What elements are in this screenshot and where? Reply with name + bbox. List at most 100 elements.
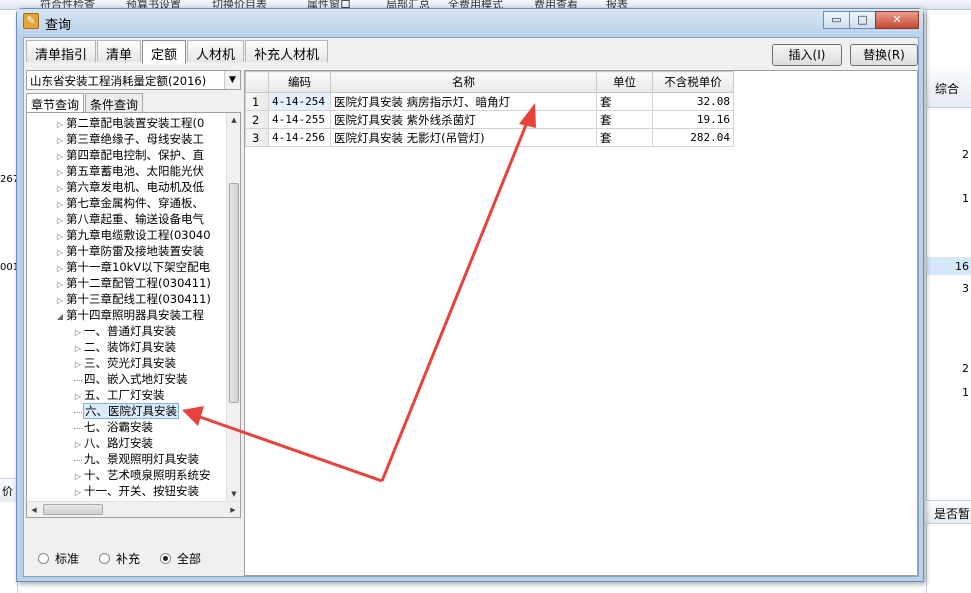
bg-cell-value: 2 — [962, 362, 969, 375]
table-row[interactable]: 2 4-14-255 医院灯具安装 紫外线杀菌灯 套 19.16 — [245, 110, 734, 129]
tree-item-label: 第五章蓄电池、太阳能光伏 — [66, 164, 204, 178]
tree-item[interactable]: ▷ 第四章配电控制、保护、直 — [55, 147, 205, 163]
tree-item-label: 六、医院灯具安装 — [83, 403, 179, 419]
search-mode-tabs: 章节查询 条件查询 — [26, 93, 144, 113]
table-row[interactable]: 1 4-14-254 医院灯具安装 病房指示灯、暗角灯 套 32.08 — [245, 92, 734, 111]
table-row[interactable]: 3 4-14-256 医院灯具安装 无影灯(吊管灯) 套 282.04 — [245, 128, 734, 147]
cell-price[interactable]: 19.16 — [652, 110, 734, 129]
tree-item[interactable]: ▷ 八、路灯安装 — [73, 435, 154, 451]
tree-item-label: 第十二章配管工程(030411) — [66, 276, 211, 290]
radio-standard[interactable]: 标准 — [38, 550, 79, 567]
tree-item-label: 九、景观照明灯具安装 — [84, 452, 199, 466]
column-header-price[interactable]: 不含税单价 — [652, 71, 734, 93]
tree-item[interactable]: ◢ 第十四章照明器具安装工程 — [55, 307, 205, 323]
close-button[interactable]: ✕ — [875, 11, 919, 29]
row-number: 2 — [245, 110, 269, 129]
bg-cell-value: 1 — [962, 192, 969, 205]
tree-item[interactable]: 七、浴霸安装 — [73, 419, 154, 435]
row-number: 3 — [245, 128, 269, 147]
insert-button[interactable]: 插入(I) — [772, 44, 842, 66]
expand-toggle-icon[interactable]: ◢ — [55, 309, 65, 325]
scroll-thumb[interactable] — [43, 504, 103, 515]
tab-condition-search[interactable]: 条件查询 — [85, 93, 144, 112]
bg-column-header: 综合 — [927, 68, 971, 108]
dialog-title: 查询 — [45, 18, 72, 33]
scroll-left-icon[interactable]: ◀ — [27, 502, 41, 517]
tree-item[interactable]: ▷ 第八章起重、输送设备电气 — [55, 211, 205, 227]
cell-code[interactable]: 4-14-256 — [268, 128, 331, 147]
tree-item[interactable]: ▷ 第三章绝缘子、母线安装工 — [55, 131, 205, 147]
query-dialog: ✎ 查询 ▭ □ ✕ 清单指引 清单 定额 人材机 补充人材机 插入(I) 替换… — [16, 8, 924, 582]
minimize-button[interactable]: ▭ — [823, 11, 850, 29]
tree-item[interactable]: ▷ 第六章发电机、电动机及低 — [55, 179, 205, 195]
radio-label: 全部 — [177, 552, 202, 566]
tree-item[interactable]: ▷ 第十二章配管工程(030411) — [55, 275, 212, 291]
radio-dot-icon[interactable] — [160, 553, 172, 564]
scroll-thumb[interactable] — [229, 183, 239, 403]
radio-supplement[interactable]: 补充 — [99, 550, 140, 567]
tab-chapter-search[interactable]: 章节查询 — [26, 93, 85, 113]
tree-item[interactable]: ▷ 一、普通灯具安装 — [73, 323, 177, 339]
tree-item-label: 第十章防雷及接地装置安装 — [66, 244, 204, 258]
quota-table: 编码 名称 单位 不含税单价 1 4-14-254 医院灯具安装 病房指示灯、暗… — [245, 71, 734, 147]
column-header-name[interactable]: 名称 — [330, 71, 597, 93]
tree-item[interactable]: ▷ 十、艺术喷泉照明系统安 — [73, 467, 212, 483]
tree-item-label: 七、浴霸安装 — [84, 420, 153, 434]
chevron-down-icon[interactable]: ▼ — [224, 71, 240, 89]
tree-item[interactable]: ▷ 三、荧光灯具安装 — [73, 355, 177, 371]
tree-item-label: 二、装饰灯具安装 — [84, 340, 176, 354]
cell-price[interactable]: 282.04 — [652, 128, 734, 147]
tree-item[interactable]: ▷ 第十章防雷及接地装置安装 — [55, 243, 205, 259]
tree-item[interactable]: ▷ 五、工厂灯安装 — [73, 387, 166, 403]
left-panel: 山东省安装工程消耗量定额(2016) ▼ 章节查询 条件查询 ▷ 第二章配电装置安… — [26, 70, 241, 576]
cell-name[interactable]: 医院灯具安装 病房指示灯、暗角灯 — [330, 92, 597, 111]
column-header-unit[interactable]: 单位 — [596, 71, 653, 93]
quota-library-select[interactable]: 山东省安装工程消耗量定额(2016) ▼ — [26, 70, 241, 90]
cell-unit[interactable]: 套 — [596, 128, 653, 147]
scroll-down-icon[interactable]: ▼ — [227, 487, 240, 501]
maximize-button[interactable]: □ — [849, 11, 876, 29]
tree-item-label: 第三章绝缘子、母线安装工 — [66, 132, 204, 146]
scroll-up-icon[interactable]: ▲ — [227, 113, 240, 127]
radio-label: 补充 — [116, 552, 141, 566]
cell-name[interactable]: 医院灯具安装 紫外线杀菌灯 — [330, 110, 597, 129]
radio-dot-icon[interactable] — [99, 553, 111, 564]
dialog-titlebar[interactable]: ✎ 查询 ▭ □ ✕ — [17, 9, 923, 35]
tree-item[interactable]: ▷ 第十一章10kV以下架空配电 — [55, 259, 211, 275]
tree-item[interactable]: ▷ 第二章配电装置安装工程(0 — [55, 115, 205, 131]
tree-item-selected[interactable]: 六、医院灯具安装 — [73, 403, 179, 419]
scroll-right-icon[interactable]: ▶ — [226, 502, 240, 517]
tree-item[interactable]: ▷ 第七章金属构件、穿通板、 — [55, 195, 205, 211]
replace-button[interactable]: 替换(R) — [850, 44, 918, 66]
tree-item[interactable]: ▷ 二、装饰灯具安装 — [73, 339, 177, 355]
cell-name[interactable]: 医院灯具安装 无影灯(吊管灯) — [330, 128, 597, 147]
top-tabs: 清单指引 清单 定额 人材机 补充人材机 — [26, 40, 329, 64]
cell-code[interactable]: 4-14-254 — [268, 92, 331, 111]
tree-item[interactable]: 四、嵌入式地灯安装 — [73, 371, 189, 387]
tree-item-label: 第二章配电装置安装工程(0 — [66, 116, 205, 130]
tree-item[interactable]: ▷ 第十三章配线工程(030411) — [55, 291, 212, 307]
column-header-code[interactable]: 编码 — [268, 71, 331, 93]
tab-bill-guide[interactable]: 清单指引 — [26, 40, 97, 63]
tree-item[interactable]: 九、景观照明灯具安装 — [73, 451, 200, 467]
cell-price[interactable]: 32.08 — [652, 92, 734, 111]
radio-all[interactable]: 全部 — [160, 550, 201, 567]
tree-vertical-scrollbar[interactable]: ▲ ▼ — [226, 113, 240, 501]
tab-supplement-labor-material[interactable]: 补充人材机 — [245, 40, 329, 63]
cell-code[interactable]: 4-14-255 — [268, 110, 331, 129]
cell-unit[interactable]: 套 — [596, 110, 653, 129]
tree-item-label: 一、普通灯具安装 — [84, 324, 176, 338]
tree-item[interactable]: ▷ 第九章电缆敷设工程(03040 — [55, 227, 212, 243]
row-number-header — [245, 71, 269, 93]
tree-item[interactable]: ▷ 十一、开关、按钮安装 — [73, 483, 200, 499]
cell-unit[interactable]: 套 — [596, 92, 653, 111]
filter-radio-group: 标准 补充 全部 — [38, 550, 221, 567]
tree-horizontal-scrollbar[interactable]: ◀ ▶ — [27, 501, 240, 517]
tree-item-label: 第八章起重、输送设备电气 — [66, 212, 204, 226]
app-icon: ✎ — [23, 13, 39, 29]
radio-dot-icon[interactable] — [38, 553, 49, 564]
tab-quota[interactable]: 定额 — [142, 40, 187, 64]
tab-labor-material[interactable]: 人材机 — [187, 40, 245, 63]
tree-item[interactable]: ▷ 第五章蓄电池、太阳能光伏 — [55, 163, 205, 179]
tab-bill[interactable]: 清单 — [97, 40, 142, 63]
